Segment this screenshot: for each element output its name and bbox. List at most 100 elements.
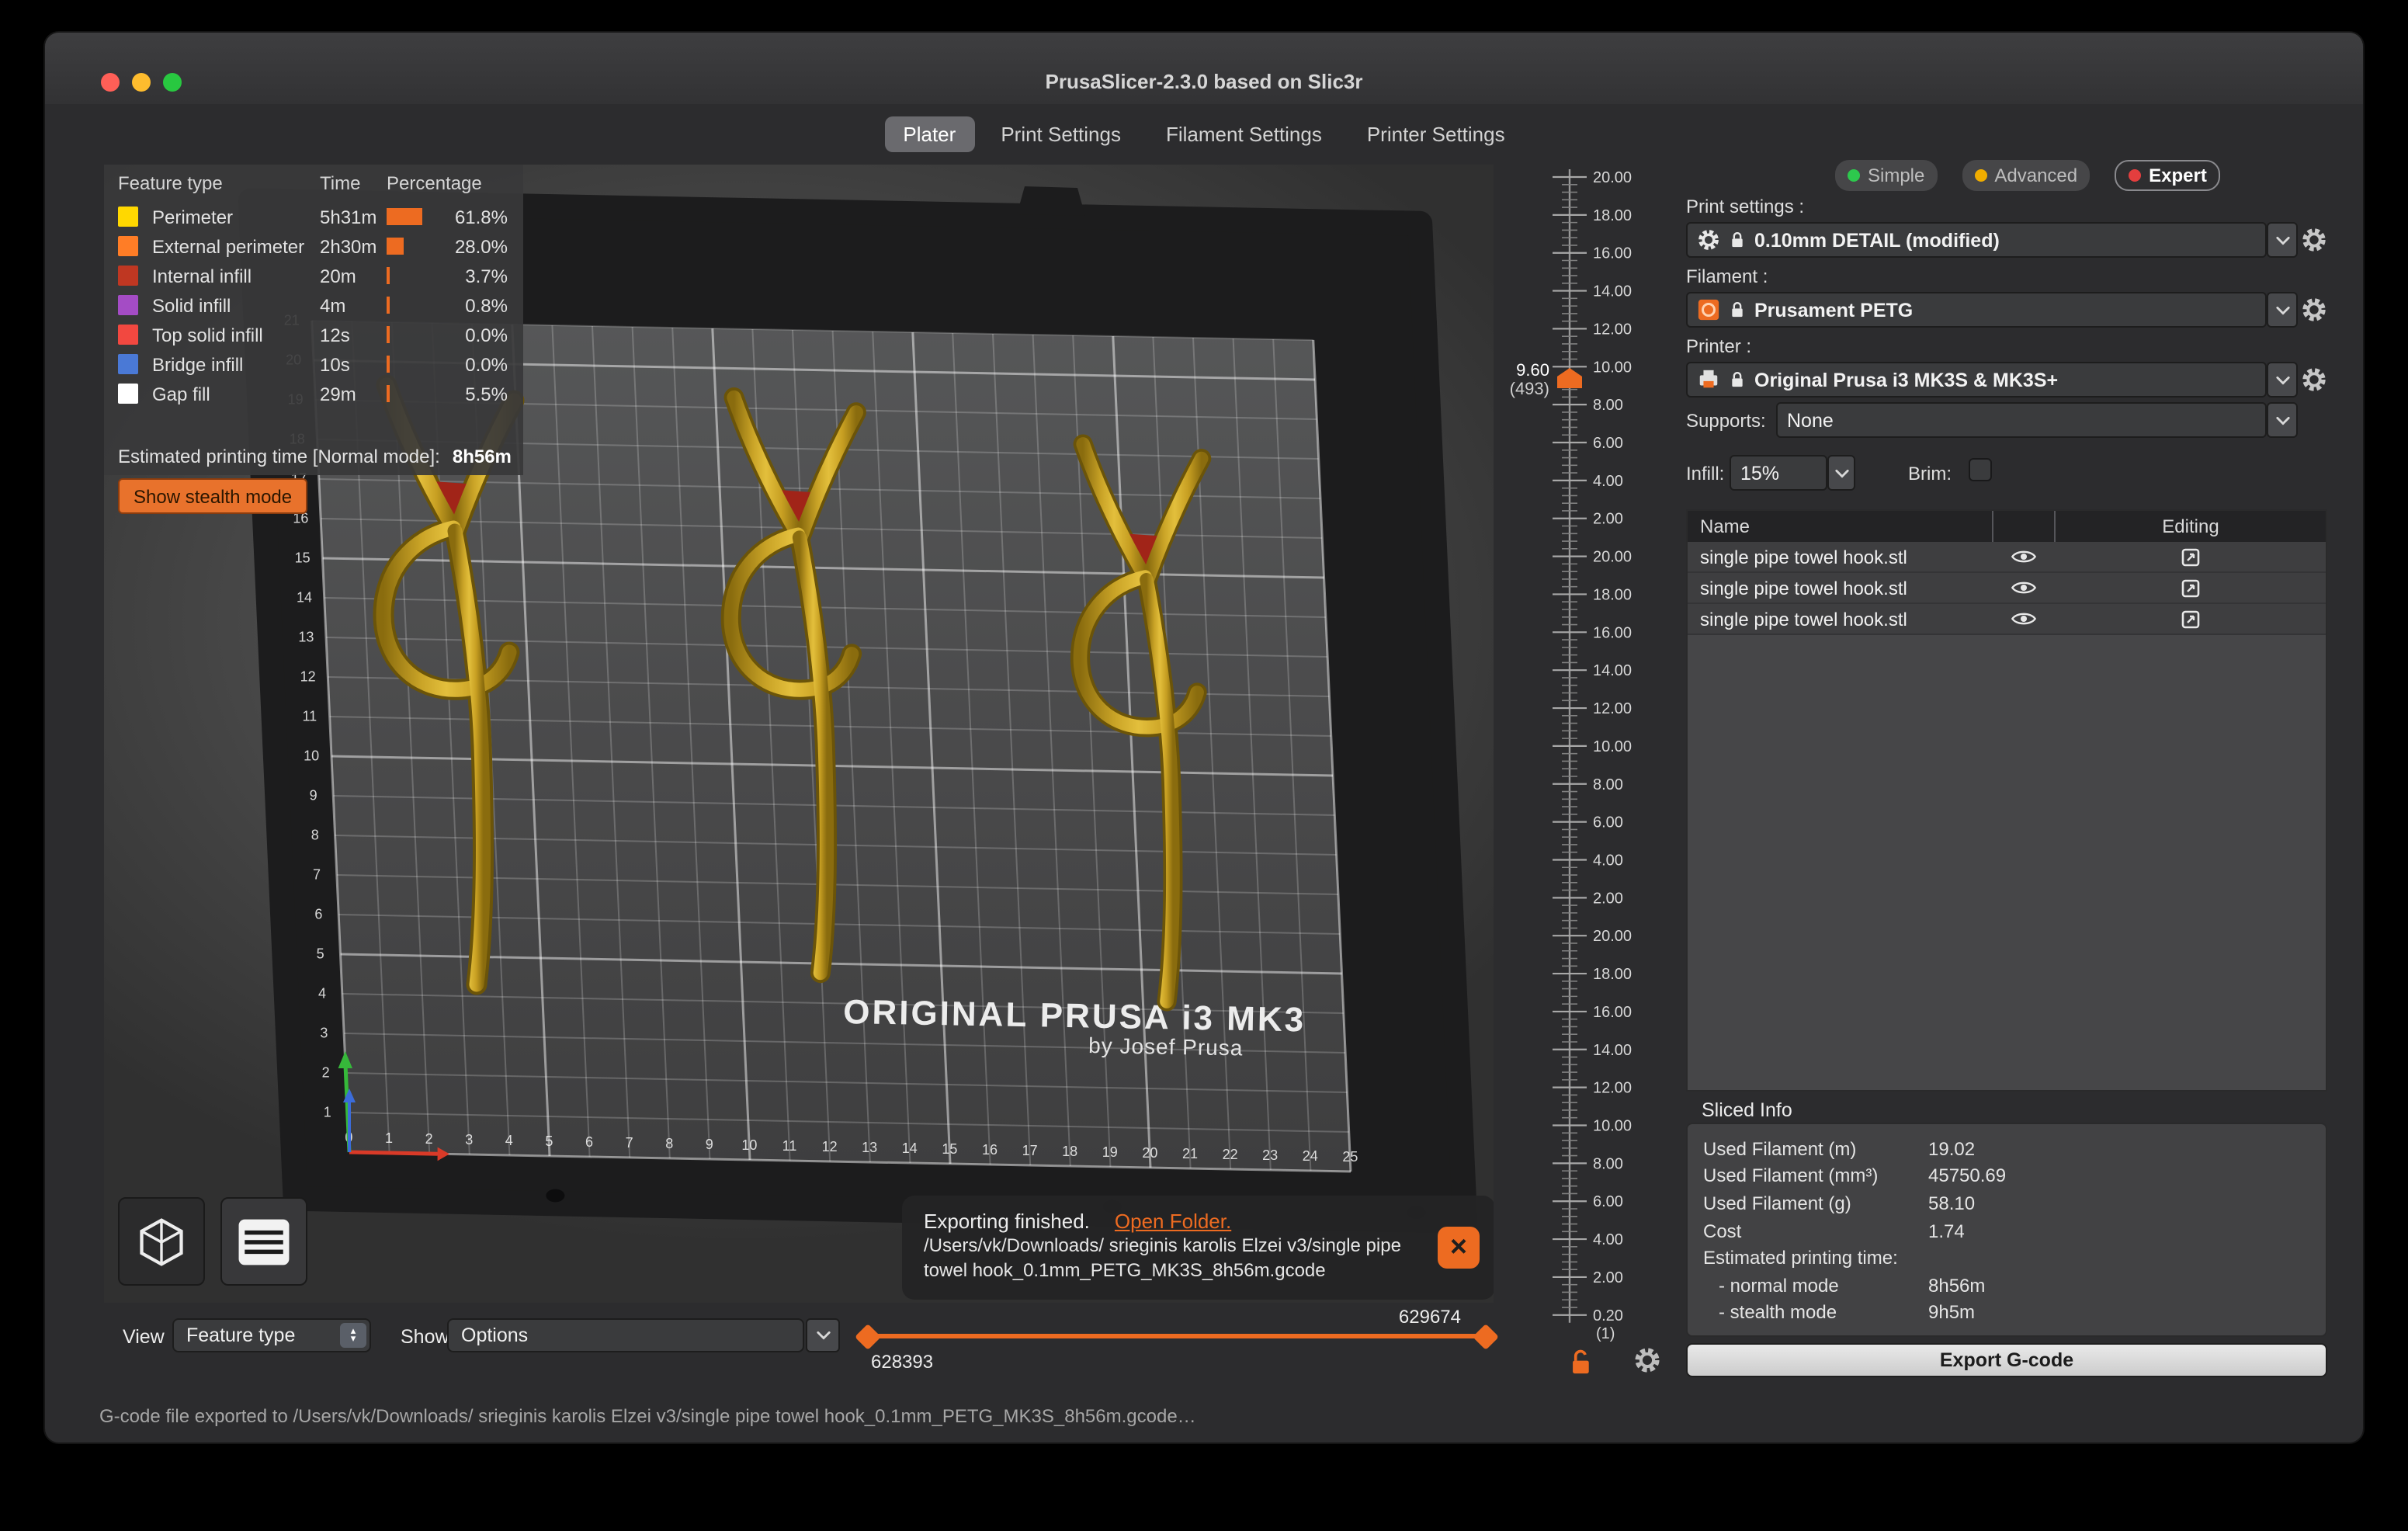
info-label: Estimated printing time: — [1703, 1247, 1898, 1269]
show-dropdown-button[interactable] — [806, 1318, 840, 1352]
svg-text:9: 9 — [706, 1137, 713, 1152]
svg-text:4: 4 — [318, 986, 326, 1002]
svg-text:23: 23 — [1262, 1147, 1278, 1163]
mode-advanced[interactable]: Advanced — [1962, 160, 2091, 191]
edit-print-settings-gear-icon[interactable] — [2301, 227, 2327, 253]
cube-3d-icon — [135, 1215, 188, 1268]
toggle-visibility-eye-icon[interactable] — [1992, 548, 2054, 565]
mode-simple[interactable]: Simple — [1835, 160, 1938, 191]
legend-rows: Perimeter 5h31m 61.8% External perimeter 2h3… — [104, 202, 523, 408]
estimated-time-label: Estimated printing time [Normal mode]: — [118, 446, 440, 467]
svg-text:8.00: 8.00 — [1593, 776, 1623, 793]
tab-filament-settings[interactable]: Filament Settings — [1147, 116, 1341, 151]
svg-text:7: 7 — [626, 1135, 633, 1151]
print-settings-dropdown-button[interactable] — [2267, 222, 2298, 258]
maximize-window-button[interactable] — [163, 73, 182, 92]
object-row[interactable]: single pipe towel hook.stl — [1688, 573, 2326, 604]
mode-dot — [1974, 169, 1987, 182]
mode-label: Advanced — [1994, 165, 2078, 186]
print-settings-label: Print settings : — [1686, 196, 1805, 217]
toggle-visibility-eye-icon[interactable] — [1992, 610, 2054, 627]
printer-dropdown-button[interactable] — [2267, 362, 2298, 398]
printer-combo[interactable]: Original Prusa i3 MK3S & MK3S+ — [1686, 362, 2267, 398]
export-gcode-button[interactable]: Export G-code — [1686, 1343, 2327, 1377]
preview-view-button[interactable] — [220, 1197, 307, 1286]
feature-time: 4m — [320, 294, 346, 316]
filament-dropdown-button[interactable] — [2267, 292, 2298, 328]
supports-dropdown-button[interactable] — [2267, 402, 2298, 438]
tab-plater[interactable]: Plater — [884, 116, 975, 151]
print-settings-combo[interactable]: 0.10mm DETAIL (modified) — [1686, 222, 2267, 258]
object-row[interactable]: single pipe towel hook.stl — [1688, 542, 2326, 573]
object-settings-icon[interactable] — [2054, 547, 2326, 566]
editor-view-button[interactable] — [118, 1197, 205, 1286]
layer-ruler[interactable]: 20.00 18.00 16.00 14.00 12.00 10.00 8.00 6.00 4.… — [1484, 138, 1678, 1349]
svg-text:1: 1 — [324, 1105, 331, 1120]
slider-lock-icon[interactable] — [1568, 1349, 1594, 1376]
brim-checkbox[interactable] — [1969, 458, 1992, 481]
edit-filament-gear-icon[interactable] — [2301, 297, 2327, 323]
object-list-header: Name Editing — [1688, 511, 2326, 542]
svg-text:22: 22 — [1223, 1147, 1238, 1162]
show-stealth-mode-button[interactable]: Show stealth mode — [118, 478, 308, 514]
svg-text:21: 21 — [1182, 1146, 1198, 1161]
close-window-button[interactable] — [101, 73, 120, 92]
legend-row: Top solid infill 12s 0.0% — [104, 320, 523, 349]
range-slider-track[interactable] — [868, 1334, 1486, 1338]
filament-combo[interactable]: Prusament PETG — [1686, 292, 2267, 328]
infill-dropdown-button[interactable] — [1827, 455, 1855, 491]
sliced-info-row: Estimated printing time: — [1688, 1245, 2326, 1272]
object-name: single pipe towel hook.stl — [1700, 577, 1907, 599]
info-label: Cost — [1703, 1220, 1742, 1242]
app-window: PrusaSlicer-2.3.0 based on Slic3r Plater… — [43, 31, 2365, 1444]
svg-text:2.00: 2.00 — [1593, 1269, 1623, 1286]
supports-label: Supports: — [1686, 410, 1766, 432]
object-settings-icon[interactable] — [2054, 609, 2326, 628]
close-notification-button[interactable]: × — [1438, 1227, 1480, 1269]
svg-text:2: 2 — [425, 1131, 433, 1147]
legend-row: Gap fill 29m 5.5% — [104, 379, 523, 408]
range-slider-left-handle[interactable] — [855, 1323, 881, 1349]
edit-printer-gear-icon[interactable] — [2301, 366, 2327, 393]
feature-time: 2h30m — [320, 235, 377, 257]
tab-print-settings[interactable]: Print Settings — [982, 116, 1140, 151]
open-folder-link[interactable]: Open Folder. — [1115, 1210, 1231, 1233]
gcode-legend-panel: Feature type Time Percentage Perimeter 5h… — [104, 165, 523, 514]
info-label: Used Filament (mm³) — [1703, 1165, 1879, 1187]
percentage-bar — [387, 267, 439, 284]
legend-col-time: Time — [320, 172, 361, 194]
supports-select[interactable]: None — [1776, 402, 2267, 438]
info-value: 9h5m — [1928, 1301, 1976, 1324]
infill-select[interactable]: 15% — [1730, 455, 1827, 491]
svg-text:18.00: 18.00 — [1593, 586, 1632, 603]
sliced-info-rows: Used Filament (m) 19.02 Used Filament (mm³… — [1688, 1135, 2326, 1326]
viewport-3d[interactable]: 0123456789101112131415161718192021222324… — [104, 165, 1494, 1303]
minimize-window-button[interactable] — [132, 73, 151, 92]
info-value: 58.10 — [1928, 1192, 1976, 1214]
svg-text:7: 7 — [313, 867, 321, 883]
info-label: Used Filament (g) — [1703, 1192, 1851, 1214]
toggle-visibility-eye-icon[interactable] — [1992, 579, 2054, 596]
object-row[interactable]: single pipe towel hook.stl — [1688, 604, 2326, 635]
sliced-info-row: Used Filament (g) 58.10 — [1688, 1189, 2326, 1217]
slider-settings-gear-icon[interactable] — [1633, 1346, 1661, 1374]
export-path-line2: towel hook_0.1mm_PETG_MK3S_8h56m.gcode — [924, 1259, 1326, 1281]
feature-label: Internal infill — [152, 265, 252, 286]
range-slider-right-handle[interactable] — [1473, 1323, 1499, 1349]
svg-text:20.00: 20.00 — [1593, 928, 1632, 945]
svg-text:18: 18 — [1062, 1144, 1077, 1159]
show-select[interactable]: Options — [447, 1318, 804, 1352]
window-controls — [101, 73, 182, 92]
svg-text:3: 3 — [320, 1026, 328, 1041]
mode-expert[interactable]: Expert — [2115, 160, 2221, 191]
feature-label: Top solid infill — [152, 324, 263, 345]
feature-time: 10s — [320, 353, 350, 375]
mode-label: Expert — [2149, 165, 2207, 186]
svg-text:2.00: 2.00 — [1593, 511, 1623, 528]
view-select[interactable]: Feature type ▴ ▾ — [172, 1318, 371, 1352]
svg-text:(1): (1) — [1596, 1325, 1615, 1342]
chevron-down-icon — [2275, 375, 2289, 384]
gcode-range-slider[interactable]: 629674 628393 — [855, 1306, 1499, 1387]
chevron-down-icon — [1834, 468, 1848, 477]
object-settings-icon[interactable] — [2054, 578, 2326, 597]
